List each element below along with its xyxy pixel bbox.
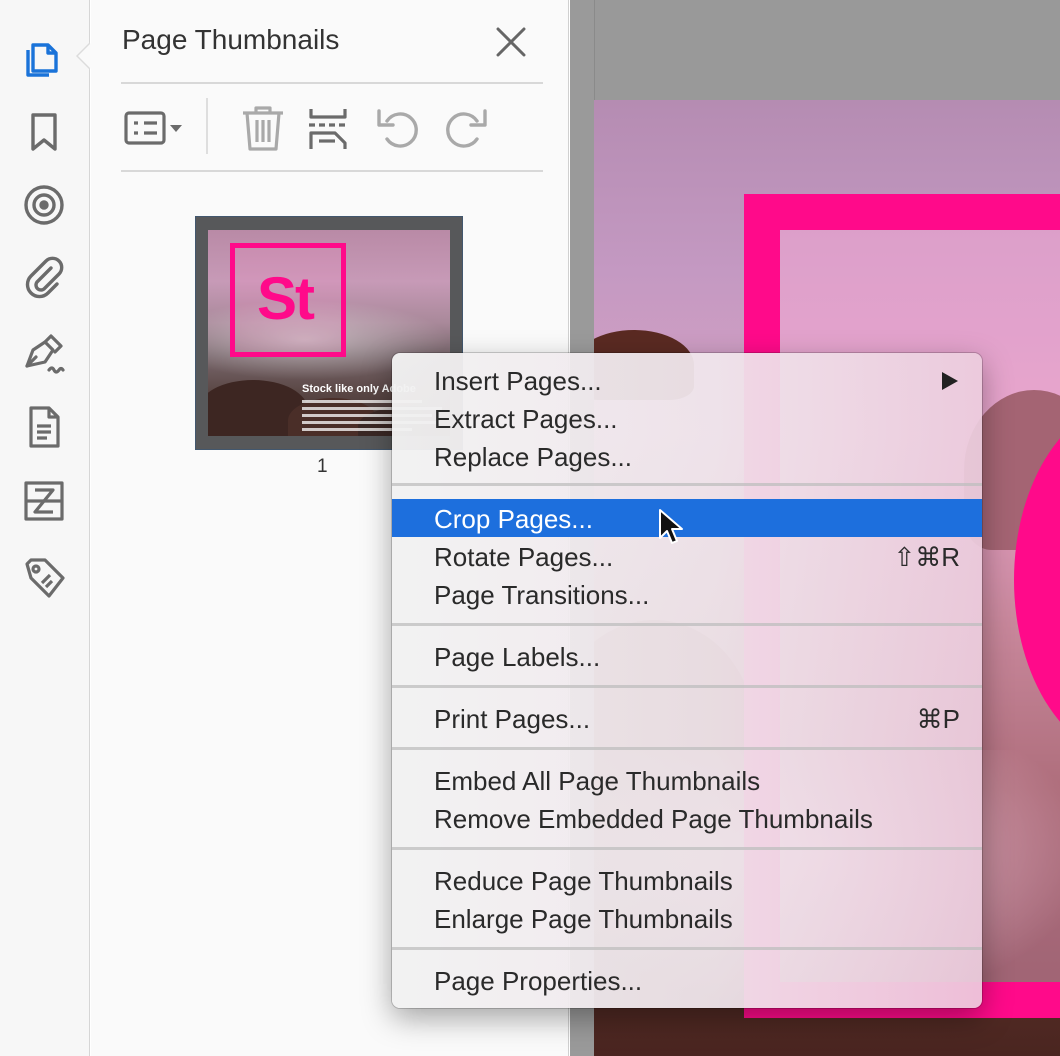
menu-item-print-pages[interactable]: Print Pages... ⌘P	[392, 699, 982, 737]
shortcut-label: ⌘P	[916, 704, 960, 734]
divider	[121, 170, 543, 172]
rotate-ccw-icon[interactable]	[373, 100, 423, 156]
menu-item-page-labels[interactable]: Page Labels...	[392, 637, 982, 675]
menu-item-page-properties[interactable]: Page Properties...	[392, 961, 982, 999]
context-menu: Insert Pages... Extract Pages... Replace…	[392, 353, 982, 1008]
menu-separator	[392, 483, 982, 486]
mouse-pointer-icon	[659, 509, 683, 544]
menu-item-replace-pages[interactable]: Replace Pages...	[392, 437, 982, 475]
submenu-arrow-icon	[942, 372, 958, 390]
menu-item-insert-pages[interactable]: Insert Pages...	[392, 361, 982, 399]
bookmark-icon[interactable]	[17, 105, 71, 159]
menu-item-rotate-pages[interactable]: Rotate Pages... ⇧⌘R	[392, 537, 982, 575]
page-thumbnails-icon[interactable]	[17, 31, 71, 85]
menu-separator	[392, 685, 982, 688]
toolbar-separator	[206, 98, 208, 154]
menu-separator	[392, 747, 982, 750]
tag-icon[interactable]	[17, 550, 71, 604]
page-number-label: 1	[317, 456, 328, 477]
menu-item-embed-thumbnails[interactable]: Embed All Page Thumbnails	[392, 761, 982, 799]
trash-icon[interactable]	[237, 100, 289, 156]
layers-icon[interactable]	[17, 178, 71, 232]
navigation-rail	[0, 0, 91, 1056]
attachment-icon[interactable]	[17, 250, 71, 304]
rotate-cw-icon[interactable]	[441, 100, 491, 156]
menu-item-page-transitions[interactable]: Page Transitions...	[392, 575, 982, 613]
menu-item-enlarge-thumbnails[interactable]: Enlarge Page Thumbnails	[392, 899, 982, 937]
stock-logo: St	[230, 243, 346, 357]
close-icon[interactable]	[491, 22, 531, 62]
active-panel-indicator	[76, 42, 91, 70]
document-icon[interactable]	[17, 400, 71, 454]
menu-separator	[392, 623, 982, 626]
menu-separator	[392, 847, 982, 850]
menu-item-reduce-thumbnails[interactable]: Reduce Page Thumbnails	[392, 861, 982, 899]
menu-item-crop-pages[interactable]: Crop Pages...	[392, 499, 982, 537]
signature-pen-icon[interactable]	[17, 326, 71, 380]
menu-item-remove-embedded-thumbnails[interactable]: Remove Embedded Page Thumbnails	[392, 799, 982, 837]
insert-pages-icon[interactable]	[305, 100, 355, 156]
menu-item-extract-pages[interactable]: Extract Pages...	[392, 399, 982, 437]
panel-title: Page Thumbnails	[122, 24, 340, 55]
menu-separator	[392, 947, 982, 950]
document-background	[594, 0, 1060, 100]
divider	[121, 82, 543, 84]
compare-icon[interactable]	[17, 474, 71, 528]
options-list-icon[interactable]	[122, 100, 192, 156]
shortcut-label: ⇧⌘R	[893, 542, 960, 572]
